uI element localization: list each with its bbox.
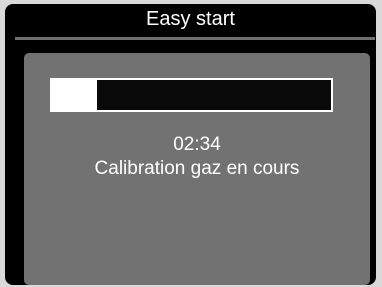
progress-bar bbox=[50, 78, 333, 112]
device-screen: Easy start 02:34 Calibration gaz en cour… bbox=[5, 4, 376, 285]
screen-title: Easy start bbox=[146, 8, 235, 30]
progress-bar-fill bbox=[52, 80, 97, 110]
calibration-status-message: Calibration gaz en cours bbox=[94, 158, 300, 179]
title-divider bbox=[15, 37, 375, 40]
calibration-panel: 02:34 Calibration gaz en cours bbox=[24, 53, 370, 285]
countdown-timer: 02:34 bbox=[173, 134, 221, 155]
